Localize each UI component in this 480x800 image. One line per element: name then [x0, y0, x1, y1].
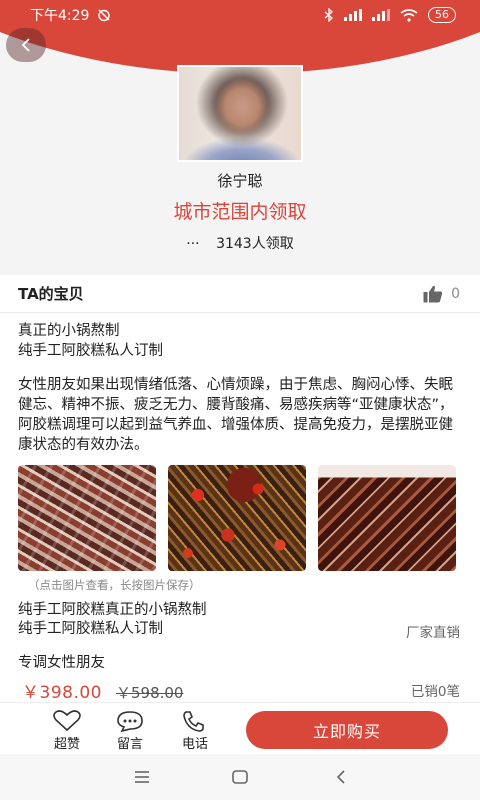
status-time: 下午4:29	[30, 8, 90, 24]
system-nav-bar	[0, 754, 480, 800]
product-photo-1[interactable]	[18, 465, 156, 571]
product-photo-3[interactable]	[318, 465, 456, 571]
action-bar: 超赞 留言 电话 立即购买	[0, 702, 480, 754]
intro-line-1: 真正的小锅熬制	[18, 323, 120, 339]
phone-icon	[183, 711, 204, 732]
thumbs-up-icon	[423, 285, 443, 302]
price-row: ￥398.00 ￥598.00 已销0笔	[0, 672, 480, 703]
like-counter[interactable]: 0	[423, 285, 460, 303]
section-header: TA的宝贝 0	[0, 275, 480, 313]
comment-icon	[117, 711, 143, 733]
buy-now-button[interactable]: 立即购买	[246, 711, 448, 749]
avatar[interactable]	[177, 65, 303, 162]
photo-hint: （点击图片查看，长按图片保存）	[28, 578, 201, 592]
signal-icon-2	[372, 9, 390, 21]
comment-action-label: 留言	[116, 737, 143, 752]
avatar-image	[179, 67, 301, 160]
post-content: TA的宝贝 0 真正的小锅熬制 纯手工阿胶糕私人订制 女性朋友如果出现情绪低落、…	[0, 275, 480, 703]
mute-alarm-icon	[98, 9, 111, 22]
product-photo-2[interactable]	[168, 465, 306, 571]
battery-indicator: 56	[428, 7, 456, 23]
claim-count: 3143人领取	[216, 236, 294, 252]
like-action[interactable]: 超赞	[45, 709, 89, 752]
menu-icon[interactable]	[132, 768, 152, 786]
signal-icon-1	[344, 9, 362, 21]
sold-count: 已销0笔	[410, 684, 460, 700]
original-price: ￥598.00	[115, 684, 184, 702]
post-paragraph: 女性朋友如果出现情绪低落、心情烦躁，由于焦虑、胸闷心悸、失眠健忘、精神不振、疲乏…	[18, 377, 454, 453]
claim-stats: ··· 3143人领取	[0, 233, 480, 253]
intro-line-2: 纯手工阿胶糕私人订制	[18, 343, 163, 359]
bluetooth-icon	[324, 8, 333, 22]
more-dots: ···	[186, 236, 200, 252]
comment-action[interactable]: 留言	[108, 709, 152, 752]
seller-tag: 厂家直销	[406, 625, 460, 641]
desc-line-2: 纯手工阿胶糕私人订制	[18, 621, 163, 637]
status-bar: 下午4:29 56	[0, 0, 480, 30]
back-nav-icon[interactable]	[332, 768, 352, 786]
wifi-icon	[400, 8, 418, 22]
heart-icon	[53, 710, 81, 732]
phone-action[interactable]: 电话	[173, 709, 217, 752]
profile-subtitle: 城市范围内领取	[173, 201, 307, 223]
like-count: 0	[451, 285, 460, 302]
current-price: ￥398.00	[22, 683, 102, 703]
back-button[interactable]	[6, 28, 46, 62]
home-icon[interactable]	[230, 768, 250, 786]
photo-gallery	[0, 455, 480, 571]
product-description: 纯手工阿胶糕真正的小锅熬制 纯手工阿胶糕私人订制 厂家直销	[0, 593, 480, 641]
phone-action-label: 电话	[181, 737, 208, 752]
desc-line-1: 纯手工阿胶糕真正的小锅熬制	[18, 602, 207, 618]
profile-name: 徐宁聪	[217, 172, 263, 190]
like-action-label: 超赞	[53, 737, 80, 752]
chevron-left-icon	[21, 38, 30, 52]
post-body: 真正的小锅熬制 纯手工阿胶糕私人订制 女性朋友如果出现情绪低落、心情烦躁，由于焦…	[0, 313, 480, 455]
target-tag: 专调女性朋友	[18, 655, 105, 671]
section-title: TA的宝贝	[18, 285, 84, 303]
